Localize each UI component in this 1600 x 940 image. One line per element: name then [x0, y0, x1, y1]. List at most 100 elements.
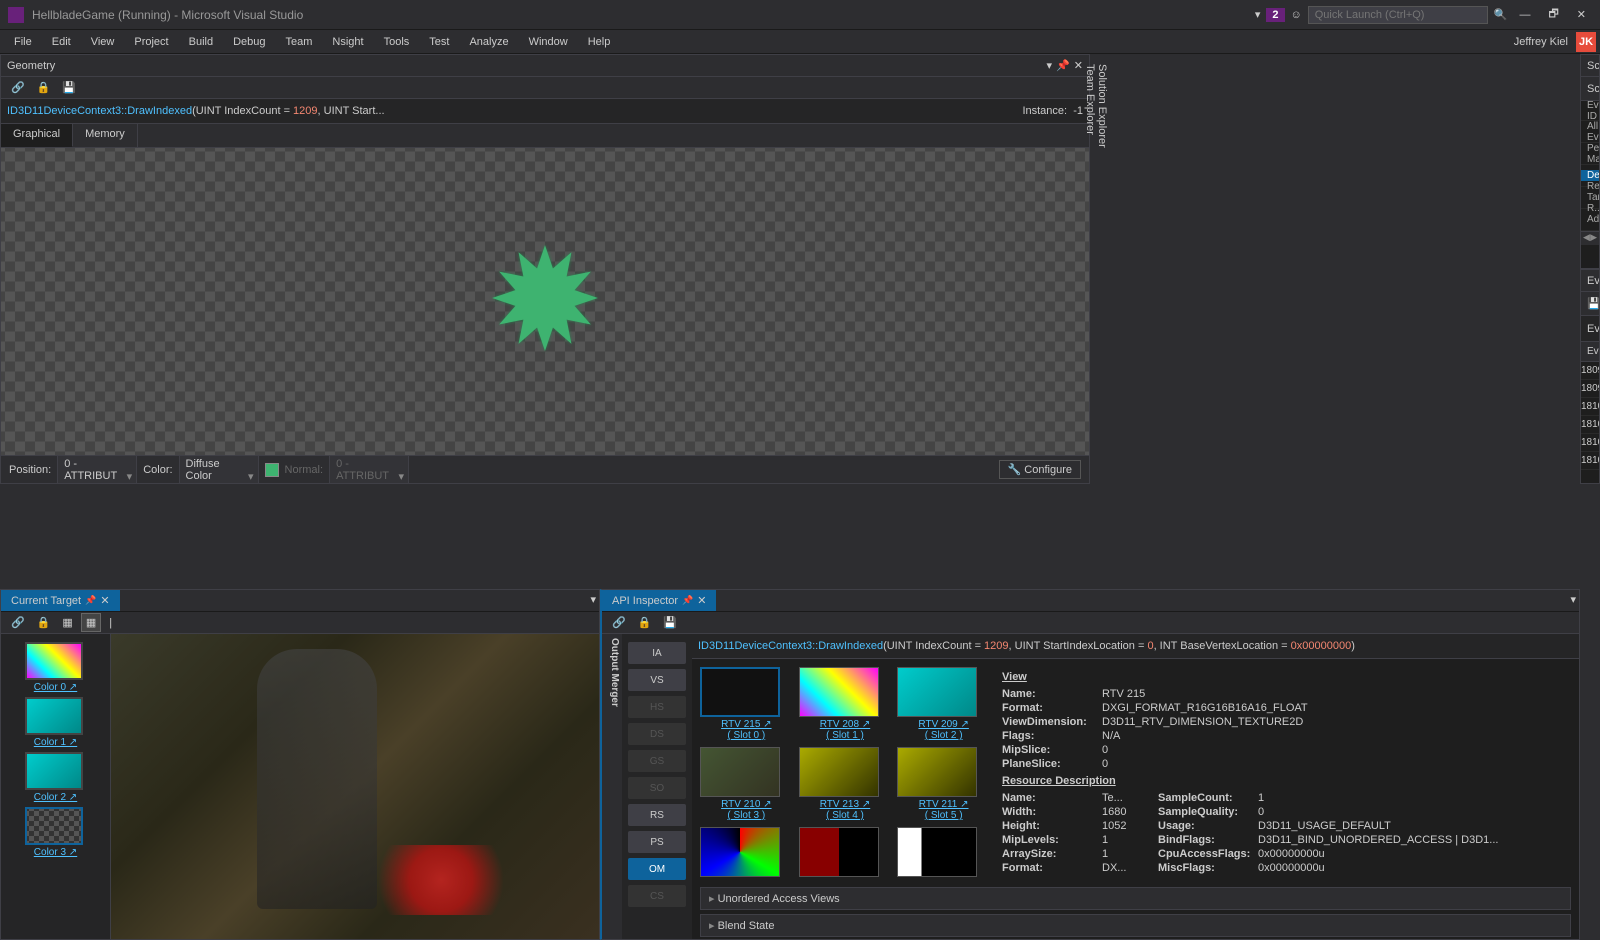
menu-build[interactable]: Build: [179, 33, 223, 51]
rtv-thumb[interactable]: [799, 827, 892, 877]
scrubber-scrollbar[interactable]: [1581, 231, 1599, 245]
stage-rs[interactable]: RS: [628, 804, 686, 826]
menu-nsight[interactable]: Nsight: [322, 33, 373, 51]
prop-row: Name:Te...: [1002, 791, 1142, 805]
lock-icon[interactable]: 🔒: [634, 614, 656, 631]
search-icon[interactable]: 🔍: [1494, 8, 1508, 21]
row-add[interactable]: Add...: [1581, 214, 1599, 225]
event-row[interactable]: 18099ID3D11ShaderResourceView::AddRef() …: [1581, 380, 1599, 398]
tab-graphical[interactable]: Graphical: [1, 124, 73, 147]
target-thumb[interactable]: Color 2 ↗: [25, 752, 87, 803]
menu-debug[interactable]: Debug: [223, 33, 275, 51]
stage-ds[interactable]: DS: [628, 723, 686, 745]
save-icon[interactable]: 💾: [1587, 297, 1600, 310]
tab-memory[interactable]: Memory: [73, 124, 138, 147]
menu-view[interactable]: View: [81, 33, 125, 51]
color-dropdown[interactable]: Diffuse Color: [179, 455, 259, 485]
close-icon[interactable]: ✕: [697, 594, 706, 607]
menu-help[interactable]: Help: [578, 33, 621, 51]
restore-button[interactable]: 🗗: [1542, 3, 1564, 26]
rtv-thumb[interactable]: RTV 208 ↗( Slot 1 ): [799, 667, 892, 741]
rtv-thumb[interactable]: RTV 209 ↗( Slot 2 ): [897, 667, 990, 741]
stage-so[interactable]: SO: [628, 777, 686, 799]
tab-api-inspector[interactable]: API Inspector📌✕: [602, 590, 716, 611]
event-row[interactable]: 18102ID3D11ShaderResourceView::AddRef() …: [1581, 434, 1599, 452]
link-icon[interactable]: 🔗: [7, 614, 29, 631]
uav-section[interactable]: Unordered Access Views: [700, 887, 1571, 910]
stage-ps[interactable]: PS: [628, 831, 686, 853]
stage-ia[interactable]: IA: [628, 642, 686, 664]
stage-om[interactable]: OM: [628, 858, 686, 880]
menu-project[interactable]: Project: [124, 33, 178, 51]
pos-dropdown[interactable]: 0 - ATTRIBUT: [57, 455, 137, 485]
minimize-button[interactable]: —: [1513, 7, 1536, 23]
save-icon[interactable]: 💾: [659, 614, 681, 631]
event-row[interactable]: 18100ID3D11ShaderResourceView::Release()…: [1581, 398, 1599, 416]
event-row[interactable]: 18101ID3D11DeviceContext3::PSSetShaderRe…: [1581, 416, 1599, 434]
side-tab-solution-explorer[interactable]: Solution Explorer: [1096, 60, 1108, 583]
row-all-events[interactable]: All Events: [1581, 121, 1599, 143]
save-icon[interactable]: 💾: [58, 79, 80, 96]
menu-file[interactable]: File: [4, 33, 42, 51]
stage-vs[interactable]: VS: [628, 669, 686, 691]
res-section-header: Resource Description: [1002, 775, 1563, 787]
col-event[interactable]: Event: [1581, 346, 1599, 357]
color-swatch[interactable]: [265, 463, 279, 477]
flag-icon[interactable]: ▾: [1255, 8, 1261, 21]
menu-analyze[interactable]: Analyze: [459, 33, 518, 51]
lock-icon[interactable]: 🔒: [33, 79, 55, 96]
menu-window[interactable]: Window: [519, 33, 578, 51]
stage-hs[interactable]: HS: [628, 696, 686, 718]
configure-button[interactable]: 🔧 Configure: [999, 460, 1081, 479]
user-name-label[interactable]: Jeffrey Kiel: [1514, 36, 1568, 48]
rtv-thumb[interactable]: RTV 215 ↗( Slot 0 ): [700, 667, 793, 741]
stage-cs[interactable]: CS: [628, 885, 686, 907]
link-icon[interactable]: 🔗: [7, 79, 29, 96]
dropdown-icon[interactable]: ▾: [1047, 59, 1053, 72]
pin-icon[interactable]: 📌: [682, 595, 693, 606]
close-icon[interactable]: ✕: [100, 594, 109, 607]
menu-team[interactable]: Team: [276, 33, 323, 51]
lock-icon[interactable]: 🔒: [33, 614, 55, 631]
pin-icon[interactable]: 📌: [85, 595, 96, 606]
close-icon[interactable]: ✕: [1074, 59, 1083, 72]
render-viewport[interactable]: [111, 634, 599, 939]
rtv-thumb[interactable]: RTV 213 ↗( Slot 4 ): [799, 747, 892, 821]
grid-icon[interactable]: ▦: [81, 613, 101, 632]
blend-section[interactable]: Blend State: [700, 914, 1571, 937]
target-thumb[interactable]: Color 0 ↗: [25, 642, 87, 693]
row-perf-markers[interactable]: Perf Markers: [1581, 143, 1599, 165]
event-row[interactable]: 18098ID3D11DeviceContext3::PSSetShaderRe…: [1581, 362, 1599, 380]
close-button[interactable]: ✕: [1571, 6, 1592, 23]
chevron-down-icon[interactable]: ▾: [1567, 590, 1579, 611]
normal-dropdown[interactable]: 0 - ATTRIBUT: [329, 455, 409, 485]
row-render-target[interactable]: Render Target R...: [1581, 181, 1599, 214]
menu-edit[interactable]: Edit: [42, 33, 81, 51]
geometry-viewport[interactable]: ✹: [1, 148, 1089, 455]
feedback-icon[interactable]: ☺: [1291, 9, 1302, 21]
chevron-down-icon[interactable]: ▾: [587, 590, 599, 611]
rtv-thumb[interactable]: [700, 827, 793, 877]
menu-tools[interactable]: Tools: [374, 33, 420, 51]
menu-test[interactable]: Test: [419, 33, 459, 51]
prop-row: Format:DX...: [1002, 861, 1142, 875]
rtv-thumb[interactable]: RTV 211 ↗( Slot 5 ): [897, 747, 990, 821]
notification-badge[interactable]: 2: [1266, 8, 1284, 22]
target-thumb[interactable]: Color 3 ↗: [25, 807, 87, 858]
ruler-label: Event ID: [1581, 101, 1599, 122]
target-thumb[interactable]: Color 1 ↗: [25, 697, 87, 748]
rtv-thumb[interactable]: RTV 210 ↗( Slot 3 ): [700, 747, 793, 821]
row-dependencies[interactable]: Dependencies: [1581, 170, 1599, 181]
link-icon[interactable]: 🔗: [608, 614, 630, 631]
rtv-thumb[interactable]: [897, 827, 990, 877]
target-thumb-list[interactable]: Color 0 ↗Color 1 ↗Color 2 ↗Color 3 ↗: [1, 634, 111, 939]
event-row[interactable]: 18103ID3D11ShaderResourceView::Release()…: [1581, 452, 1599, 470]
events-table[interactable]: Event ▲ Description Object 18098ID3D11De…: [1581, 342, 1599, 483]
tab-current-target[interactable]: Current Target📌✕: [1, 590, 120, 611]
pin-icon[interactable]: 📌: [1056, 59, 1070, 72]
stage-gs[interactable]: GS: [628, 750, 686, 772]
quick-launch-input[interactable]: [1308, 6, 1488, 24]
layout-icon[interactable]: ▦: [58, 614, 76, 631]
user-avatar[interactable]: JK: [1576, 32, 1596, 52]
levels-icon[interactable]: |: [105, 615, 116, 631]
